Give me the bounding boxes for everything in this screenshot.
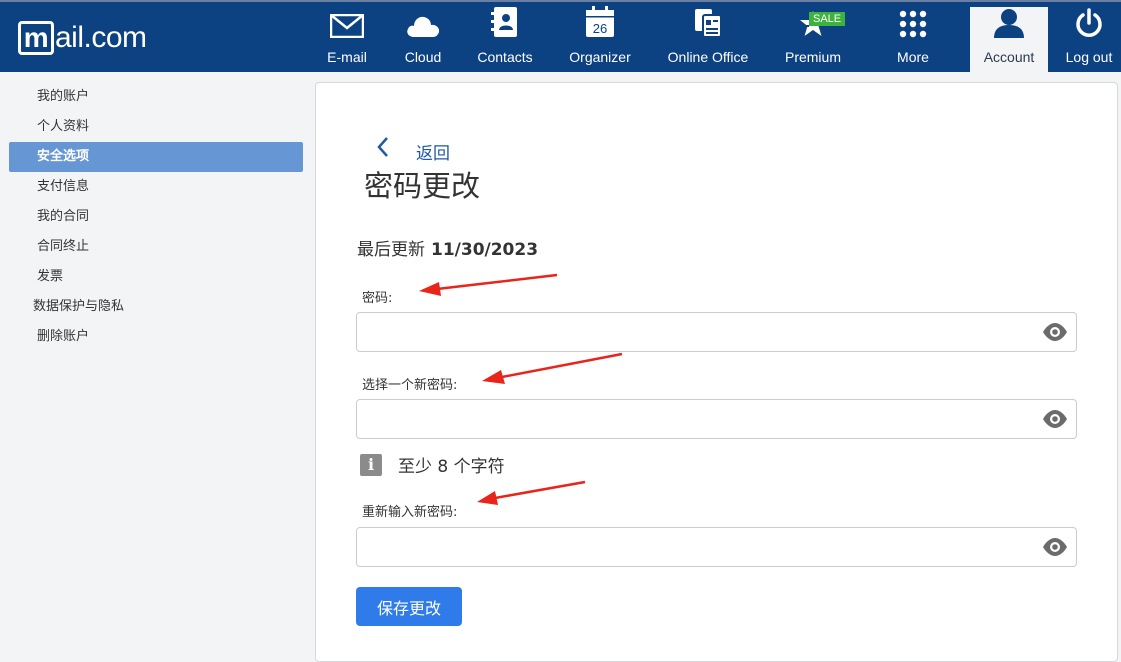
sidebar-item-my-account[interactable]: 我的账户 (9, 82, 303, 112)
sidebar-item-profile[interactable]: 个人资料 (9, 112, 303, 142)
chevron-left-icon (377, 136, 388, 157)
nav-premium-label: Premium (784, 49, 841, 65)
nav-more[interactable]: More (890, 2, 936, 72)
sale-badge: SALE (809, 12, 846, 26)
sidebar-item-privacy[interactable]: 数据保护与隐私 (9, 292, 303, 322)
calendar-icon: 26 (586, 6, 614, 37)
nav-cloud-label: Cloud (404, 49, 442, 65)
cloud-icon (407, 16, 440, 37)
save-changes-button[interactable]: 保存更改 (356, 587, 462, 626)
eye-icon[interactable] (1042, 409, 1068, 429)
password-change-panel: 返回 密码更改 最后更新 11/30/2023 密码: 选择一个新密码: i 至少… (315, 82, 1118, 662)
nav-cloud[interactable]: Cloud (400, 2, 446, 72)
nav-contacts[interactable]: Contacts (475, 2, 535, 72)
nav-account-label: Account (983, 49, 1035, 65)
last-updated: 最后更新 11/30/2023 (357, 235, 538, 260)
last-updated-label: 最后更新 (357, 240, 425, 260)
logo-m: m (18, 21, 54, 55)
nav-online-office[interactable]: Online Office (665, 2, 751, 72)
nav-logout[interactable]: Log out (1062, 2, 1116, 72)
documents-icon (695, 9, 722, 38)
password-hint-text: 至少 8 个字符 (398, 457, 505, 477)
nav-premium[interactable]: Premium SALE (782, 2, 846, 72)
current-password-label: 密码: (362, 291, 393, 306)
address-book-icon (491, 7, 517, 37)
nav-online-office-label: Online Office (667, 49, 749, 65)
last-updated-date: 11/30/2023 (431, 240, 539, 260)
back-label: 返回 (416, 144, 450, 164)
nav-contacts-label: Contacts (477, 49, 533, 65)
nav-email-label: E-mail (327, 49, 367, 65)
logo-text: ail.com (55, 21, 147, 54)
envelope-icon (330, 14, 364, 38)
new-password-label: 选择一个新密码: (362, 378, 458, 393)
sidebar-item-payment[interactable]: 支付信息 (9, 172, 303, 202)
back-link[interactable]: 返回 (376, 129, 450, 164)
info-icon: i (360, 453, 382, 476)
confirm-password-input[interactable] (367, 528, 1027, 564)
confirm-password-field (356, 527, 1077, 567)
sidebar-item-invoices[interactable]: 发票 (9, 262, 303, 292)
nav-email[interactable]: E-mail (324, 2, 370, 72)
sidebar-item-delete-account[interactable]: 删除账户 (9, 322, 303, 352)
current-password-field (356, 312, 1077, 352)
user-icon (994, 9, 1024, 38)
current-password-input[interactable] (367, 313, 1027, 349)
nav-account[interactable]: Account (970, 7, 1048, 72)
top-navigation-bar: m ail.com E-mail Cloud Contacts 26 Organi… (0, 0, 1121, 72)
sidebar-item-security[interactable]: 安全选项 (9, 142, 303, 172)
password-hint: i 至少 8 个字符 (360, 452, 505, 477)
confirm-password-label: 重新输入新密码: (362, 505, 458, 520)
nav-more-label: More (897, 49, 929, 65)
sidebar-item-contracts[interactable]: 我的合同 (9, 202, 303, 232)
mail-com-logo[interactable]: m ail.com (18, 18, 147, 58)
grid-icon (899, 10, 927, 38)
sidebar-item-termination[interactable]: 合同终止 (9, 232, 303, 262)
eye-icon[interactable] (1042, 537, 1068, 557)
nav-logout-label: Log out (1065, 49, 1113, 65)
new-password-input[interactable] (367, 400, 1027, 436)
account-sidebar: 我的账户 个人资料 安全选项 支付信息 我的合同 合同终止 发票 数据保护与隐私… (9, 82, 303, 352)
calendar-day: 26 (593, 21, 607, 36)
new-password-field (356, 399, 1077, 439)
nav-organizer[interactable]: 26 Organizer (566, 2, 634, 72)
nav-organizer-label: Organizer (569, 49, 631, 65)
power-icon (1076, 8, 1102, 37)
page-title: 密码更改 (364, 169, 481, 203)
eye-icon[interactable] (1042, 322, 1068, 342)
